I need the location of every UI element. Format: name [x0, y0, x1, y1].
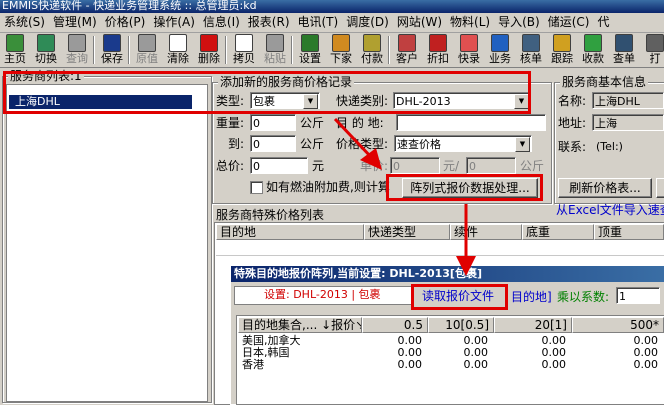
arrow-line-1	[333, 117, 374, 160]
arrow-head-1	[360, 148, 382, 170]
arrow-head-2	[456, 256, 476, 276]
annotation-arrows	[333, 117, 476, 276]
